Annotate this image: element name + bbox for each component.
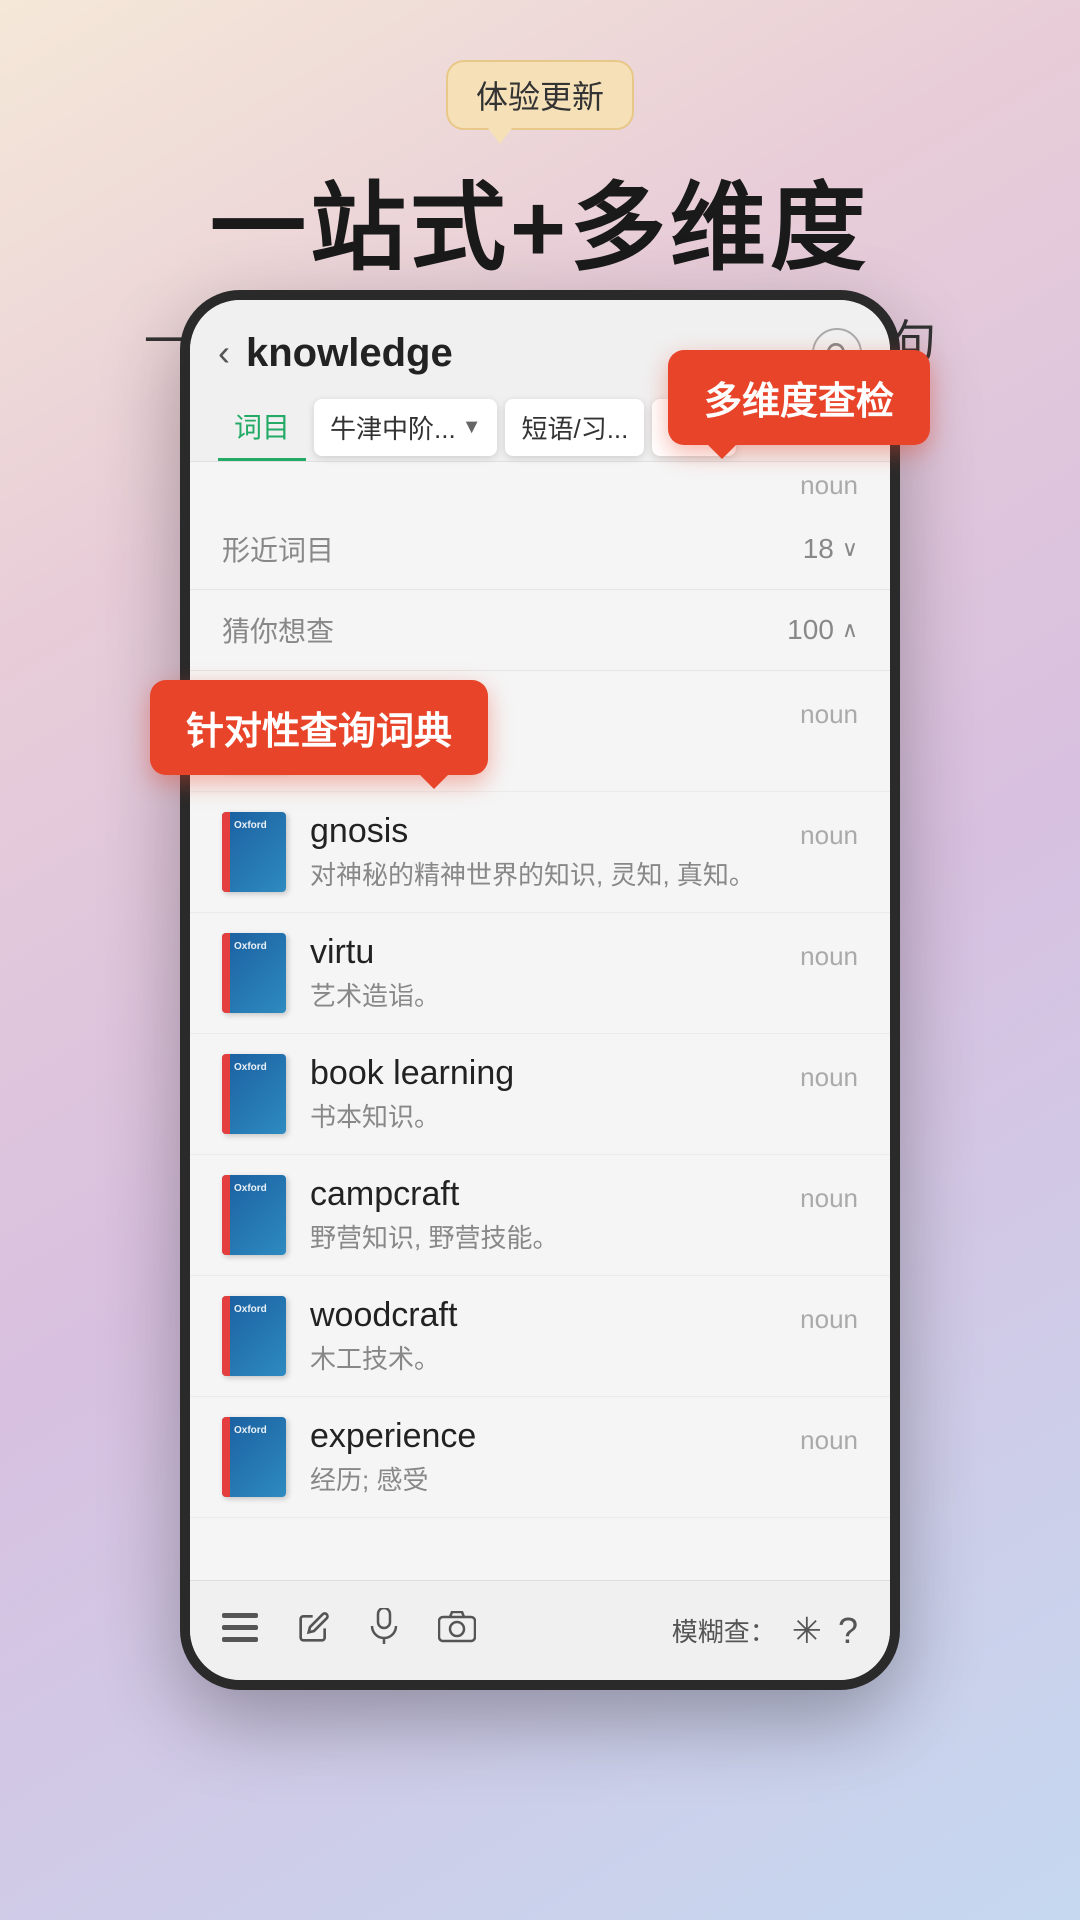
- book-icon-campcraft: [222, 1175, 286, 1255]
- section-similar-label: 形近词目: [222, 529, 334, 569]
- word-info-woodcraft: woodcraft 木工技术。: [310, 1296, 800, 1376]
- section-similar-count: 18 ∨: [803, 533, 858, 565]
- bottom-toolbar: 模糊查： ✳ ?: [190, 1580, 890, 1680]
- chevron-down-icon: ∨: [842, 536, 858, 562]
- section-guess-label: 猜你想查: [222, 610, 334, 650]
- mic-icon[interactable]: [370, 1608, 398, 1653]
- word-info-virtu: virtu 艺术造诣。: [310, 933, 800, 1013]
- update-badge: 体验更新: [446, 60, 634, 130]
- section-similar[interactable]: 形近词目 18 ∨: [190, 509, 890, 590]
- section-guess-count: 100 ∧: [787, 614, 858, 646]
- word-type: noun: [800, 699, 858, 730]
- word-translation: 经历; 感受: [310, 1460, 800, 1497]
- word-list: learning 学习 noun gnosis 对神秘的精神世界的知识, 灵知,…: [190, 671, 890, 1518]
- word-type: noun: [800, 1304, 858, 1335]
- book-icon-booklearning: [222, 1054, 286, 1134]
- book-icon-gnosis: [222, 812, 286, 892]
- word-translation: 书本知识。: [310, 1097, 800, 1134]
- word-item[interactable]: book learning 书本知识。 noun: [190, 1034, 890, 1155]
- word-name: virtu: [310, 933, 800, 972]
- chevron-up-icon: ∧: [842, 617, 858, 643]
- main-title: 一站式+多维度: [0, 150, 1080, 289]
- word-info-experience: experience 经历; 感受: [310, 1417, 800, 1497]
- word-item[interactable]: woodcraft 木工技术。 noun: [190, 1276, 890, 1397]
- word-item[interactable]: experience 经历; 感受 noun: [190, 1397, 890, 1518]
- question-icon[interactable]: ?: [838, 1610, 858, 1652]
- callout-targeted: 针对性查询词典: [150, 680, 488, 775]
- section-guess[interactable]: 猜你想查 100 ∧: [190, 590, 890, 671]
- word-name: experience: [310, 1417, 800, 1456]
- word-type: noun: [800, 1425, 858, 1456]
- book-icon-virtu: [222, 933, 286, 1013]
- book-icon-woodcraft: [222, 1296, 286, 1376]
- word-item[interactable]: gnosis 对神秘的精神世界的知识, 灵知, 真知。 noun: [190, 792, 890, 913]
- toolbar-right: 模糊查： ✳ ?: [672, 1610, 858, 1652]
- camera-icon[interactable]: [438, 1610, 476, 1652]
- asterisk-icon[interactable]: ✳: [792, 1610, 822, 1652]
- list-icon[interactable]: [222, 1610, 258, 1652]
- back-button[interactable]: ‹: [218, 332, 230, 374]
- word-name: book learning: [310, 1054, 800, 1093]
- word-name: campcraft: [310, 1175, 800, 1214]
- word-name: woodcraft: [310, 1296, 800, 1335]
- word-translation: 对神秘的精神世界的知识, 灵知, 真知。: [310, 855, 800, 892]
- word-type: noun: [800, 1062, 858, 1093]
- word-type: noun: [800, 941, 858, 972]
- partial-noun-label: noun: [190, 462, 890, 509]
- word-type: noun: [800, 820, 858, 851]
- word-type: noun: [800, 1183, 858, 1214]
- word-info-campcraft: campcraft 野营知识, 野营技能。: [310, 1175, 800, 1255]
- word-info-booklearning: book learning 书本知识。: [310, 1054, 800, 1134]
- tab-phrases[interactable]: 短语/习...: [505, 399, 644, 456]
- fuzzy-label: 模糊查：: [672, 1612, 776, 1649]
- tab-entries[interactable]: 词目: [218, 394, 306, 461]
- book-icon-experience: [222, 1417, 286, 1497]
- toolbar-left: [222, 1608, 476, 1653]
- callout-multidim: 多维度查检: [668, 350, 930, 445]
- word-item[interactable]: campcraft 野营知识, 野营技能。 noun: [190, 1155, 890, 1276]
- phone-mockup: ‹ knowledge 词目 牛津中阶... ▼ 短语/习...: [180, 290, 900, 1690]
- tab-dictionary[interactable]: 牛津中阶... ▼: [314, 399, 497, 456]
- word-translation: 野营知识, 野营技能。: [310, 1218, 800, 1255]
- word-name: gnosis: [310, 812, 800, 851]
- phone-screen: ‹ knowledge 词目 牛津中阶... ▼ 短语/习...: [190, 300, 890, 1680]
- word-item[interactable]: virtu 艺术造诣。 noun: [190, 913, 890, 1034]
- word-translation: 艺术造诣。: [310, 976, 800, 1013]
- word-info-gnosis: gnosis 对神秘的精神世界的知识, 灵知, 真知。: [310, 812, 800, 892]
- edit-icon[interactable]: [298, 1610, 330, 1652]
- word-translation: 木工技术。: [310, 1339, 800, 1376]
